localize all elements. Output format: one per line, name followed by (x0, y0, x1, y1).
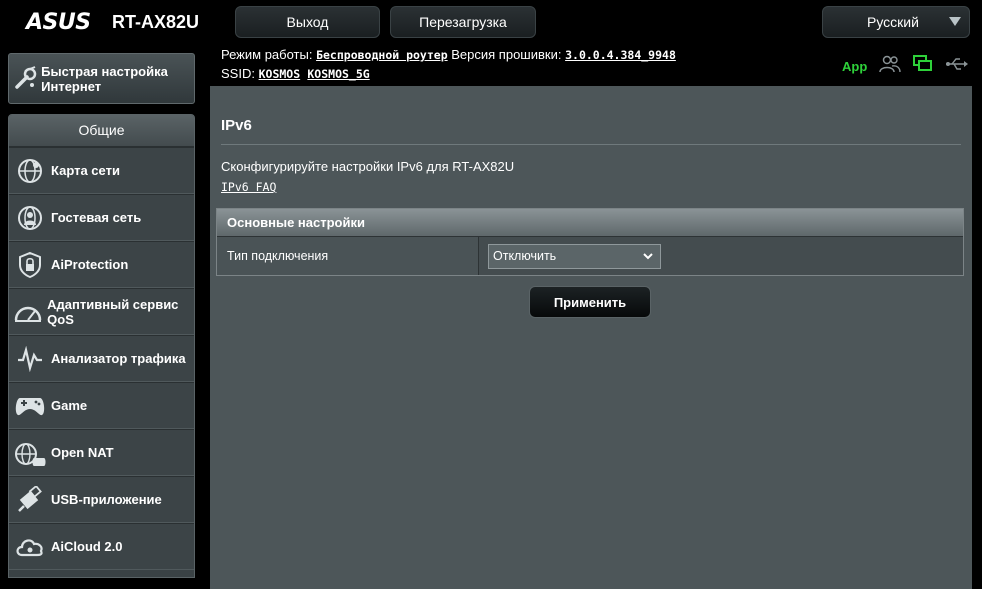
sidebar-item-game[interactable]: Game (9, 382, 194, 429)
chevron-down-icon (949, 17, 961, 26)
main-panel: IPv6 Сконфигурируйте настройки IPv6 для … (210, 86, 972, 589)
sidebar-item-label: Анализатор трафика (51, 351, 186, 366)
sidebar-section-title: Общие (9, 115, 194, 147)
aicloud-icon (9, 535, 51, 559)
status-line-ssid: SSID: KOSMOS KOSMOS_5G (221, 66, 370, 81)
sidebar-menu: Общие Карта сети Гостевая сеть AiProtect… (8, 114, 195, 578)
quick-internet-setup-button[interactable]: Быстрая настройка Интернет (8, 53, 195, 104)
mode-link[interactable]: Беспроводной роутер (316, 48, 448, 62)
page-title: IPv6 (221, 117, 252, 134)
ssid-label: SSID: (221, 66, 255, 81)
sidebar-item-label: Адаптивный сервис QoS (47, 296, 179, 327)
app-icon[interactable]: App (842, 59, 867, 74)
shield-icon (9, 251, 51, 279)
title-divider (221, 144, 961, 145)
usb-app-icon (9, 485, 51, 514)
ipv6-faq-link[interactable]: IPv6 FAQ (221, 180, 276, 194)
settings-section-header: Основные настройки (217, 209, 963, 237)
settings-table: Основные настройки Тип подключения Отклю… (216, 208, 964, 276)
clients-icon[interactable] (879, 55, 901, 78)
firmware-label: Версия прошивки: (451, 47, 562, 62)
reboot-button[interactable]: Перезагрузка (390, 6, 536, 38)
sidebar-item-traffic-analyzer[interactable]: Анализатор трафика (9, 335, 194, 382)
sidebar-item-label: Гостевая сеть (51, 210, 142, 225)
sidebar-item-open-nat[interactable]: Open NAT (9, 429, 194, 476)
ssid-link-24g[interactable]: KOSMOS (259, 67, 301, 81)
network-map-icon (9, 157, 51, 185)
model-name: RT-AX82U (112, 12, 200, 32)
sidebar-item-label: Карта сети (51, 163, 120, 178)
status-icons: App (842, 55, 969, 78)
traffic-analyzer-icon (9, 345, 51, 372)
sidebar-item-label: Open NAT (51, 445, 114, 460)
language-selector[interactable]: Русский (822, 6, 970, 38)
sidebar-item-guest-network[interactable]: Гостевая сеть (9, 194, 194, 241)
sidebar-item-label: AiCloud 2.0 (51, 539, 123, 554)
mode-label: Режим работы: (221, 47, 313, 62)
sidebar-item-network-map[interactable]: Карта сети (9, 147, 194, 194)
sidebar-item-label: USB-приложение (51, 492, 162, 507)
table-row: Тип подключения Отключить (217, 237, 963, 275)
sidebar-item-label: Game (51, 398, 88, 413)
gamepad-icon (9, 395, 51, 417)
brand-logo-text: ASUS (26, 10, 91, 35)
sidebar-item-aicloud[interactable]: AiCloud 2.0 (9, 523, 194, 570)
firmware-link[interactable]: 3.0.0.4.384_9948 (565, 48, 676, 62)
wrench-icon (9, 65, 41, 93)
sidebar-item-usb-app[interactable]: USB-приложение (9, 476, 194, 523)
sidebar-item-qos[interactable]: Адаптивный сервис QoS (9, 288, 194, 335)
guest-network-icon (9, 204, 51, 232)
logout-button[interactable]: Выход (235, 6, 380, 38)
connection-type-select[interactable]: Отключить (488, 243, 661, 269)
usb-icon[interactable] (945, 57, 969, 76)
connection-type-value: Отключить (493, 249, 557, 263)
chevron-down-icon (642, 250, 654, 265)
connection-type-cell: Отключить (479, 237, 963, 275)
connection-type-label: Тип подключения (217, 237, 479, 275)
qos-gauge-icon (9, 300, 47, 324)
sidebar-item-label: AiProtection (51, 257, 129, 272)
page-description: Сконфигурируйте настройки IPv6 для RT-AX… (221, 159, 515, 174)
open-nat-icon (9, 438, 51, 468)
sidebar-item-aiprotection[interactable]: AiProtection (9, 241, 194, 288)
quick-setup-label: Быстрая настройка Интернет (41, 63, 168, 94)
status-line-mode: Режим работы: Беспроводной роутер Версия… (221, 47, 676, 62)
language-label: Русский (867, 14, 919, 30)
ssid-link-5g[interactable]: KOSMOS_5G (307, 67, 369, 81)
network-status-icon[interactable] (913, 55, 933, 78)
apply-button[interactable]: Применить (529, 286, 651, 318)
